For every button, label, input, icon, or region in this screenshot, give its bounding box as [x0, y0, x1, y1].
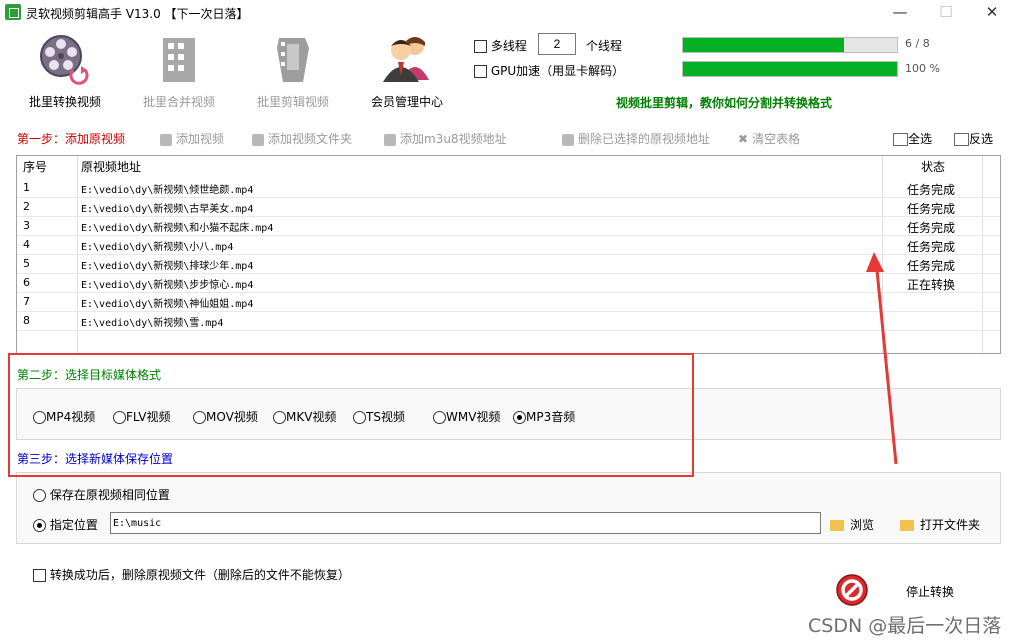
building-icon [151, 30, 207, 86]
link-icon [384, 133, 396, 146]
app-icon [5, 4, 21, 20]
close-button[interactable]: ✕ [972, 2, 1012, 22]
select-all-icon [893, 133, 908, 146]
progress-current-text: 100 % [905, 62, 940, 75]
toolbar-label: 批里转换视频 [28, 95, 101, 109]
promo-link[interactable]: 视频批里剪辑，教你如何分割并转换格式 [616, 94, 832, 111]
toolbar-batch-merge[interactable]: 批里合并视频 [124, 30, 234, 109]
toolbar-batch-edit[interactable]: 批里剪辑视频 [238, 30, 348, 109]
gpu-checkbox[interactable] [474, 65, 487, 78]
table-row[interactable]: 4 E:\vedio\dy\新视频\小八.mp4 任务完成 [17, 235, 1000, 255]
header-path[interactable]: 原视频地址 [81, 156, 141, 176]
table-row[interactable]: 5 E:\vedio\dy\新视频\排球少年.mp4 任务完成 [17, 254, 1000, 274]
folder-icon [252, 133, 264, 146]
table-row[interactable]: 2 E:\vedio\dy\新视频\古早美女.mp4 任务完成 [17, 197, 1000, 217]
thread-count-input[interactable] [538, 33, 576, 55]
delete-after-option[interactable]: 转换成功后，删除原视频文件（删除后的文件不能恢复） [33, 566, 350, 583]
window-title: 灵软视频剪辑高手 V13.0 【下一次日落】 [26, 7, 249, 21]
step1-title: 第一步：添加原视频 [17, 132, 126, 146]
table-row[interactable]: 1 E:\vedio\dy\新视频\倾世绝颜.mp4 任务完成 [17, 178, 1000, 198]
clear-table-button[interactable]: ✖ 清空表格 [738, 130, 800, 147]
maximize-button[interactable]: ☐ [926, 2, 966, 22]
browse-button[interactable]: 浏览 [830, 516, 874, 533]
multithread-option[interactable]: 多线程 [474, 37, 527, 54]
film-strip-face-icon [265, 30, 321, 86]
gpu-label: GPU加速（用显卡解码） [490, 64, 625, 78]
toolbar-batch-convert[interactable]: 批里转换视频 [10, 30, 120, 109]
invert-selection-button[interactable]: 反选 [954, 130, 993, 147]
add-video-icon [160, 133, 172, 146]
video-table[interactable]: 序号 原视频地址 状态 1 E:\vedio\dy\新视频\倾世绝颜.mp4 任务完… [16, 155, 1001, 354]
arrow-annotation [866, 252, 898, 465]
highlight-box [8, 353, 694, 477]
add-m3u8-button[interactable]: 添加m3u8视频地址 [384, 130, 507, 147]
users-icon [379, 30, 435, 86]
add-folder-button[interactable]: 添加视频文件夹 [252, 130, 352, 147]
delete-icon [562, 133, 574, 146]
progress-fill [683, 62, 897, 76]
toolbar-label: 批里剪辑视频 [256, 95, 329, 109]
save-same-location-option[interactable]: 保存在原视频相同位置 [33, 486, 170, 503]
multithread-label: 多线程 [490, 39, 527, 53]
save-specified-location-option[interactable]: 指定位置 [33, 516, 98, 533]
progress-bar-files [682, 37, 898, 53]
thread-unit-label: 个线程 [586, 39, 623, 53]
minimize-button[interactable]: — [880, 2, 920, 22]
film-reel-icon [37, 30, 93, 86]
title-bar: 灵软视频剪辑高手 V13.0 【下一次日落】 — ☐ ✕ [0, 0, 1015, 26]
stop-icon[interactable] [836, 574, 868, 609]
progress-fill [683, 38, 844, 52]
select-all-button[interactable]: 全选 [893, 130, 932, 147]
open-folder-button[interactable]: 打开文件夹 [900, 516, 980, 533]
toolbar-member-center[interactable]: 会员管理中心 [352, 30, 462, 109]
table-row[interactable]: 6 E:\vedio\dy\新视频\步步惊心.mp4 正在转换 [17, 273, 1000, 293]
watermark: CSDN @最后一次日落 [808, 615, 1002, 637]
folder-search-icon [830, 520, 844, 531]
progress-bar-current [682, 61, 898, 77]
invert-icon [954, 133, 969, 146]
table-row[interactable]: 7 E:\vedio\dy\新视频\神仙姐姐.mp4 [17, 292, 1000, 312]
progress-files-text: 6 / 8 [905, 37, 930, 50]
multithread-checkbox[interactable] [474, 40, 487, 53]
stop-convert-button[interactable]: 停止转换 [906, 583, 954, 600]
delete-selected-button[interactable]: 删除已选择的原视频地址 [562, 130, 710, 147]
add-video-button[interactable]: 添加视频 [160, 130, 224, 147]
save-path-input[interactable] [110, 512, 821, 534]
folder-icon [900, 520, 914, 531]
header-index[interactable]: 序号 [23, 156, 47, 176]
table-row[interactable]: 3 E:\vedio\dy\新视频\和小猫不起床.mp4 任务完成 [17, 216, 1000, 236]
toolbar-label: 批里合并视频 [142, 95, 215, 109]
x-icon: ✖ [738, 132, 749, 146]
table-row[interactable]: 8 E:\vedio\dy\新视频\雪.mp4 [17, 311, 1000, 331]
gpu-option[interactable]: GPU加速（用显卡解码） [474, 62, 624, 79]
header-status[interactable]: 状态 [921, 156, 945, 176]
toolbar-label: 会员管理中心 [370, 95, 443, 109]
